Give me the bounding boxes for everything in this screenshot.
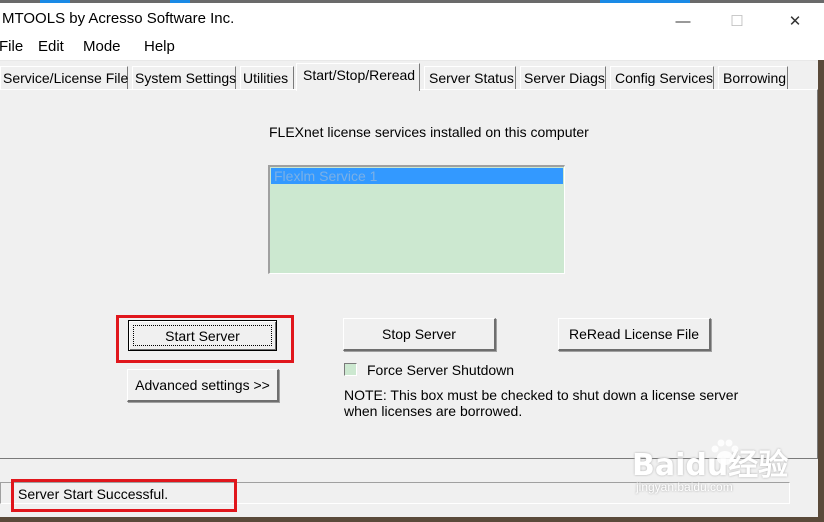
menu-file[interactable]: File [0, 38, 23, 55]
services-listbox[interactable]: Flexlm Service 1 [268, 165, 565, 274]
tab-system-settings[interactable]: System Settings [132, 66, 236, 90]
minimize-button[interactable]: — [660, 6, 706, 36]
tab-strip: Service/License File System Settings Uti… [0, 63, 824, 91]
advanced-settings-button[interactable]: Advanced settings >> [127, 369, 279, 402]
status-text: Server Start Successful. [18, 486, 169, 502]
advanced-settings-label: Advanced settings >> [135, 377, 270, 393]
title-bar: MTOOLS by Acresso Software Inc. — ☐ ✕ [0, 3, 824, 34]
stop-server-button[interactable]: Stop Server [343, 318, 496, 351]
force-shutdown-label[interactable]: Force Server Shutdown [367, 362, 514, 378]
tab-server-status[interactable]: Server Status [424, 66, 516, 90]
menu-edit[interactable]: Edit [38, 38, 64, 55]
focus-ring [133, 325, 272, 346]
start-server-button[interactable]: Start Server [128, 320, 277, 351]
close-button[interactable]: ✕ [772, 6, 818, 36]
reread-label: ReRead License File [569, 326, 699, 342]
force-shutdown-checkbox[interactable] [344, 363, 357, 376]
tab-service-license-file[interactable]: Service/License File [0, 66, 128, 90]
maximize-icon: ☐ [730, 13, 744, 30]
window-title: MTOOLS by Acresso Software Inc. [2, 10, 235, 27]
reread-license-file-button[interactable]: ReRead License File [558, 318, 711, 351]
tab-config-services[interactable]: Config Services [610, 66, 714, 90]
note-line-2: when licenses are borrowed. [344, 403, 523, 419]
desktop-background [0, 517, 824, 522]
stop-server-label: Stop Server [382, 326, 456, 342]
tab-borrowing[interactable]: Borrowing [718, 66, 788, 90]
menu-bar: File Edit Mode Help [0, 34, 824, 61]
close-icon: ✕ [788, 13, 802, 30]
tab-utilities[interactable]: Utilities [240, 66, 294, 90]
tab-server-diags[interactable]: Server Diags [520, 66, 606, 90]
desktop-background [818, 60, 824, 522]
maximize-button[interactable]: ☐ [714, 6, 760, 36]
tab-start-stop-reread[interactable]: Start/Stop/Reread [296, 63, 420, 91]
services-heading: FLEXnet license services installed on th… [269, 124, 589, 140]
note-line-1: NOTE: This box must be checked to shut d… [344, 387, 739, 403]
list-item[interactable]: Flexlm Service 1 [271, 168, 563, 184]
minimize-icon: — [675, 12, 691, 30]
menu-help[interactable]: Help [144, 38, 175, 55]
menu-mode[interactable]: Mode [83, 38, 121, 55]
